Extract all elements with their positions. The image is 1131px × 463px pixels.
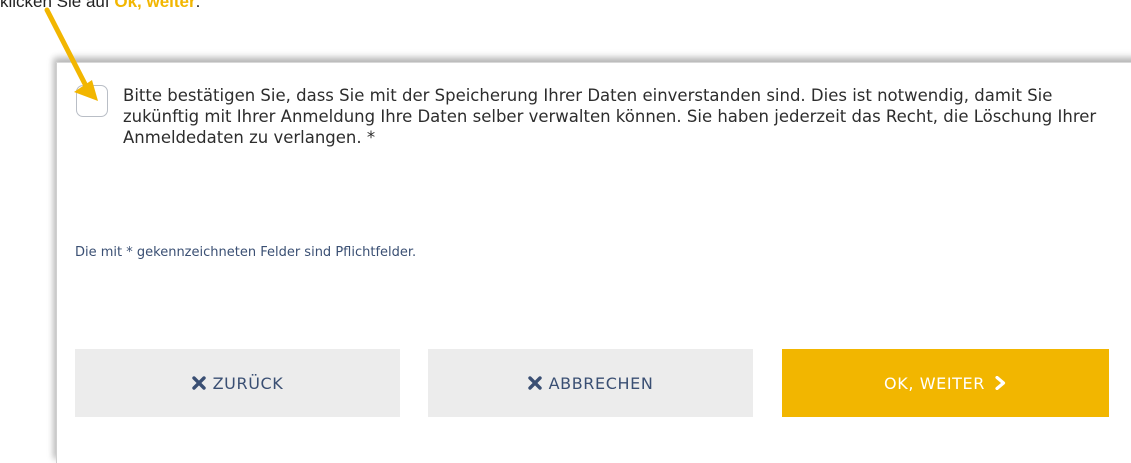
- consent-text: Bitte bestätigen Sie, dass Sie mit der S…: [123, 86, 1097, 147]
- cancel-button[interactable]: ABBRECHEN: [428, 349, 753, 417]
- instruction-highlight: Ok, weiter: [114, 0, 196, 11]
- back-button[interactable]: ZURÜCK: [75, 349, 400, 417]
- instruction-prefix: klicken Sie auf: [0, 0, 115, 11]
- next-button[interactable]: OK, WEITER: [782, 349, 1109, 417]
- instruction-text: klicken Sie auf Ok, weiter.: [0, 0, 200, 18]
- chevron-right-icon: [993, 376, 1007, 390]
- required-fields-note: Die mit * gekennzeichneten Felder sind P…: [75, 245, 417, 260]
- consent-checkbox[interactable]: [76, 85, 108, 117]
- x-icon: [527, 376, 542, 390]
- x-icon: [191, 376, 206, 390]
- instruction-suffix: .: [195, 0, 201, 11]
- back-button-label: ZURÜCK: [212, 373, 284, 393]
- cancel-button-label: ABBRECHEN: [548, 373, 654, 393]
- next-button-label: OK, WEITER: [884, 373, 985, 393]
